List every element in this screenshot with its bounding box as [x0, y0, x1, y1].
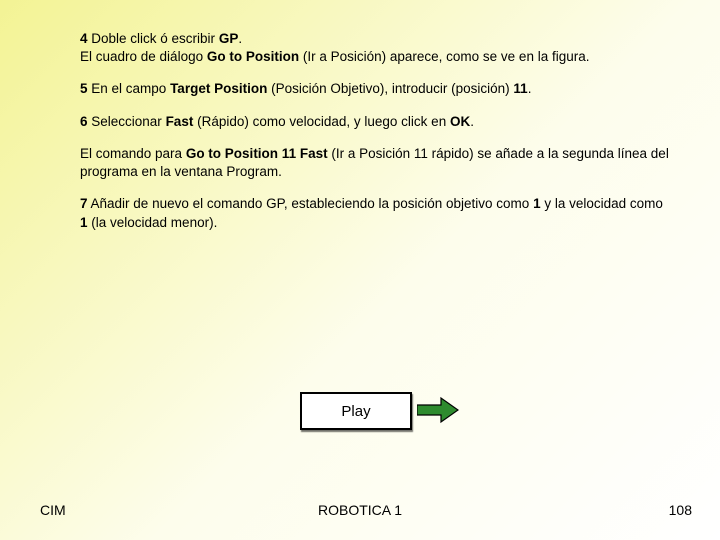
slide: 4 Doble click ó escribir GP. El cuadro d…: [0, 0, 720, 540]
step-6: 6 Seleccionar Fast (Rápido) como velocid…: [80, 113, 670, 131]
kw-one: 1: [80, 215, 88, 230]
text: El comando para: [80, 146, 186, 161]
kw-one: 1: [533, 196, 541, 211]
footer-center: ROBOTICA 1: [0, 502, 720, 518]
explanation: El comando para Go to Position 11 Fast (…: [80, 145, 670, 181]
kw-ok: OK: [450, 114, 470, 129]
kw-gp: GP: [219, 31, 239, 46]
kw-command: Go to Position 11 Fast: [186, 146, 328, 161]
text: .: [238, 31, 242, 46]
kw-target-position: Target Position: [170, 81, 267, 96]
step-number: 7: [80, 196, 88, 211]
text: Añadir de nuevo el comando GP, estableci…: [88, 196, 534, 211]
text: (Rápido) como velocidad, y luego click e…: [193, 114, 450, 129]
step-number: 6: [80, 114, 88, 129]
text: En el campo: [88, 81, 171, 96]
text: (Posición Objetivo), introducir (posició…: [267, 81, 513, 96]
page-number: 108: [669, 502, 692, 518]
text: y la velocidad como: [541, 196, 663, 211]
text: (Ir a Posición) aparece, como se ve en l…: [299, 49, 589, 64]
play-button[interactable]: Play: [300, 392, 412, 430]
play-label: Play: [341, 403, 370, 420]
text: Seleccionar: [88, 114, 166, 129]
kw-gotoposition: Go to Position: [207, 49, 299, 64]
step-4: 4 Doble click ó escribir GP. El cuadro d…: [80, 30, 670, 66]
text: .: [528, 81, 532, 96]
step-5: 5 En el campo Target Position (Posición …: [80, 80, 670, 98]
kw-11: 11: [513, 81, 527, 96]
step-number: 5: [80, 81, 88, 96]
step-7: 7 Añadir de nuevo el comando GP, estable…: [80, 195, 670, 231]
kw-fast: Fast: [166, 114, 194, 129]
text: .: [470, 114, 474, 129]
text: El cuadro de diálogo: [80, 49, 207, 64]
body-text: 4 Doble click ó escribir GP. El cuadro d…: [80, 30, 670, 246]
step-number: 4: [80, 31, 88, 46]
text: (la velocidad menor).: [88, 215, 218, 230]
text: Doble click ó escribir: [88, 31, 219, 46]
arrow-right-icon: [417, 396, 459, 424]
